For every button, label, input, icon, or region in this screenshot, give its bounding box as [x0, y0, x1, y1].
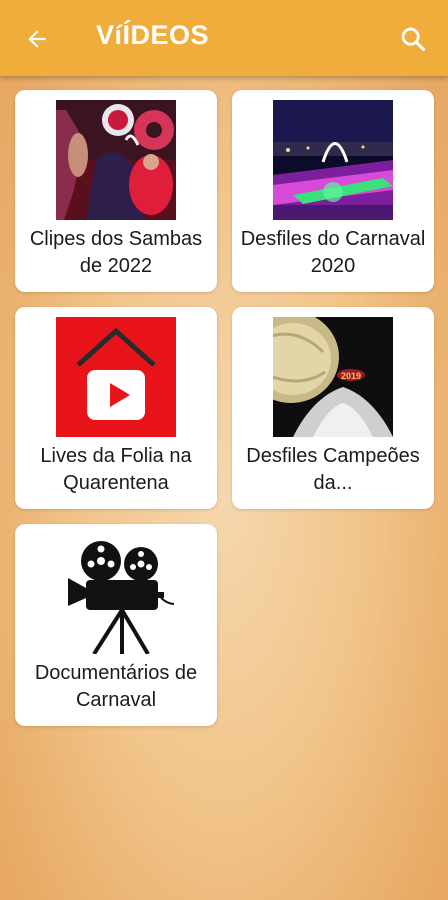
arrow-left-icon: [28, 30, 46, 48]
category-label: Documentários de Carnaval: [34, 662, 198, 711]
video-category-grid: Clipes dos Sambas de 2022 Desfiles do Ca…: [0, 0, 448, 900]
parade-float-thumbnail: 2019: [273, 317, 393, 437]
category-card-clipes[interactable]: Clipes dos Sambas de 2022: [15, 90, 217, 292]
search-button[interactable]: [396, 22, 430, 56]
category-card-lives[interactable]: Lives da Folia na Quarentena: [15, 307, 217, 509]
category-label: Desfiles do Carnaval 2020: [240, 228, 426, 277]
search-icon: [401, 27, 426, 52]
film-camera-icon: [56, 534, 176, 654]
back-button[interactable]: [20, 22, 54, 56]
sambadrome-night-thumbnail: [273, 100, 393, 220]
house-play-thumbnail: [56, 317, 176, 437]
app-bar: VíÍDEOS: [0, 0, 448, 76]
carnival-costume-thumbnail: [56, 100, 176, 220]
page-title: VíÍDEOS: [96, 20, 210, 50]
category-card-desfiles-2020[interactable]: Desfiles do Carnaval 2020: [232, 90, 434, 292]
film-camera-thumbnail: [56, 534, 176, 654]
category-label: Desfiles Campeões da...: [246, 445, 420, 494]
category-card-campeoes[interactable]: 2019 Desfiles Campeões da...: [232, 307, 434, 509]
category-label: Lives da Folia na Quarentena: [40, 445, 192, 494]
category-label: Clipes dos Sambas de 2022: [29, 228, 203, 277]
svg-text:2019: 2019: [341, 371, 361, 381]
category-card-documentarios[interactable]: Documentários de Carnaval: [15, 524, 217, 726]
